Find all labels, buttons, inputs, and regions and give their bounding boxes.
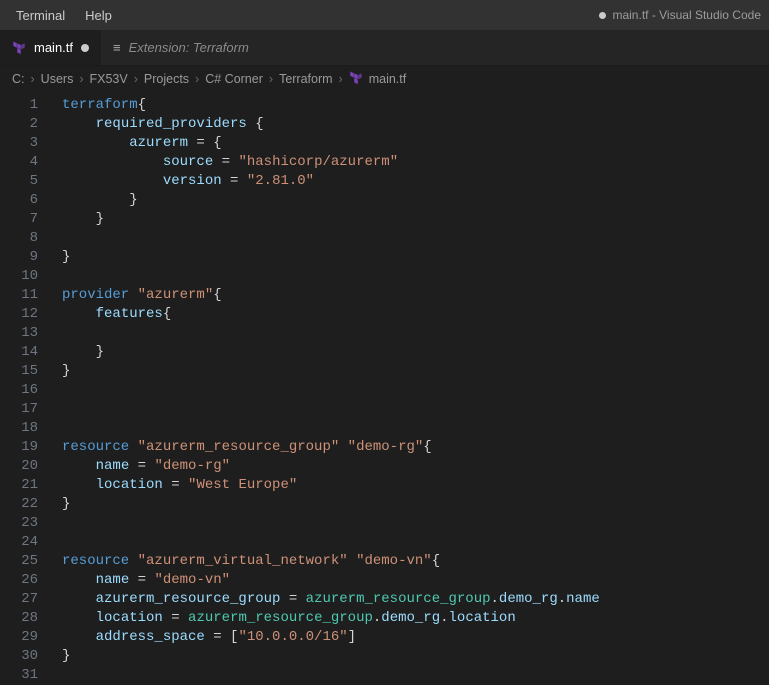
line-number: 13 bbox=[0, 324, 38, 343]
code-line[interactable]: } bbox=[62, 362, 769, 381]
line-number: 18 bbox=[0, 419, 38, 438]
chevron-right-icon: › bbox=[134, 72, 138, 86]
tab-label: main.tf bbox=[34, 40, 73, 55]
chevron-right-icon: › bbox=[31, 72, 35, 86]
line-number: 26 bbox=[0, 571, 38, 590]
line-number: 17 bbox=[0, 400, 38, 419]
line-number: 8 bbox=[0, 229, 38, 248]
line-number-gutter: 1234567891011121314151617181920212223242… bbox=[0, 92, 56, 673]
code-line[interactable]: } bbox=[62, 191, 769, 210]
code-line[interactable] bbox=[62, 324, 769, 343]
code-line[interactable]: name = "demo-vn" bbox=[62, 571, 769, 590]
line-number: 5 bbox=[0, 172, 38, 191]
line-number: 19 bbox=[0, 438, 38, 457]
window-title: main.tf - Visual Studio Code bbox=[599, 8, 761, 22]
line-number: 29 bbox=[0, 628, 38, 647]
line-number: 11 bbox=[0, 286, 38, 305]
line-number: 7 bbox=[0, 210, 38, 229]
tab-label: Extension: Terraform bbox=[129, 40, 249, 55]
code-line[interactable] bbox=[62, 400, 769, 419]
breadcrumb-segment[interactable]: C# Corner bbox=[205, 72, 263, 86]
code-line[interactable]: } bbox=[62, 248, 769, 267]
breadcrumb-segment[interactable]: Terraform bbox=[279, 72, 332, 86]
menu-terminal[interactable]: Terminal bbox=[8, 4, 73, 27]
line-number: 3 bbox=[0, 134, 38, 153]
code-line[interactable]: name = "demo-rg" bbox=[62, 457, 769, 476]
code-line[interactable]: azurerm_resource_group = azurerm_resourc… bbox=[62, 590, 769, 609]
line-number: 20 bbox=[0, 457, 38, 476]
breadcrumb-file[interactable]: main.tf bbox=[369, 72, 407, 86]
unsaved-dot-icon bbox=[599, 12, 606, 19]
chevron-right-icon: › bbox=[269, 72, 273, 86]
line-number: 1 bbox=[0, 96, 38, 115]
menu-items: Terminal Help bbox=[8, 4, 120, 27]
code-editor[interactable]: 1234567891011121314151617181920212223242… bbox=[0, 92, 769, 673]
code-line[interactable]: } bbox=[62, 210, 769, 229]
code-line[interactable]: terraform{ bbox=[62, 96, 769, 115]
code-line[interactable]: location = "West Europe" bbox=[62, 476, 769, 495]
code-area[interactable]: terraform{ required_providers { azurerm … bbox=[56, 92, 769, 673]
menu-help[interactable]: Help bbox=[77, 4, 120, 27]
code-line[interactable] bbox=[62, 666, 769, 685]
line-number: 16 bbox=[0, 381, 38, 400]
line-number: 23 bbox=[0, 514, 38, 533]
code-line[interactable]: azurerm = { bbox=[62, 134, 769, 153]
tab-extension-terraform[interactable]: ≡ Extension: Terraform bbox=[101, 30, 261, 65]
tab-main-tf[interactable]: main.tf bbox=[0, 30, 101, 65]
line-number: 24 bbox=[0, 533, 38, 552]
line-number: 12 bbox=[0, 305, 38, 324]
chevron-right-icon: › bbox=[339, 72, 343, 86]
line-number: 28 bbox=[0, 609, 38, 628]
line-number: 21 bbox=[0, 476, 38, 495]
breadcrumb-segment[interactable]: FX53V bbox=[90, 72, 128, 86]
line-number: 4 bbox=[0, 153, 38, 172]
line-number: 25 bbox=[0, 552, 38, 571]
code-line[interactable]: } bbox=[62, 647, 769, 666]
line-number: 10 bbox=[0, 267, 38, 286]
line-number: 6 bbox=[0, 191, 38, 210]
line-number: 31 bbox=[0, 666, 38, 685]
breadcrumbs: C: › Users › FX53V › Projects › C# Corner › Terraf… bbox=[0, 66, 769, 92]
extension-icon: ≡ bbox=[113, 40, 121, 55]
code-line[interactable]: features{ bbox=[62, 305, 769, 324]
code-line[interactable] bbox=[62, 514, 769, 533]
code-line[interactable]: version = "2.81.0" bbox=[62, 172, 769, 191]
code-line[interactable] bbox=[62, 267, 769, 286]
code-line[interactable] bbox=[62, 381, 769, 400]
breadcrumb-segment[interactable]: Projects bbox=[144, 72, 189, 86]
window-title-text: main.tf - Visual Studio Code bbox=[612, 8, 761, 22]
code-line[interactable]: resource "azurerm_virtual_network" "demo… bbox=[62, 552, 769, 571]
terraform-icon bbox=[12, 41, 26, 55]
code-line[interactable] bbox=[62, 229, 769, 248]
menu-bar: Terminal Help main.tf - Visual Studio Co… bbox=[0, 0, 769, 30]
code-line[interactable]: } bbox=[62, 343, 769, 362]
code-line[interactable] bbox=[62, 533, 769, 552]
line-number: 9 bbox=[0, 248, 38, 267]
code-line[interactable]: provider "azurerm"{ bbox=[62, 286, 769, 305]
tab-bar: main.tf ≡ Extension: Terraform bbox=[0, 30, 769, 66]
line-number: 14 bbox=[0, 343, 38, 362]
code-line[interactable]: location = azurerm_resource_group.demo_r… bbox=[62, 609, 769, 628]
code-line[interactable]: address_space = ["10.0.0.0/16"] bbox=[62, 628, 769, 647]
line-number: 2 bbox=[0, 115, 38, 134]
line-number: 27 bbox=[0, 590, 38, 609]
breadcrumb-segment[interactable]: C: bbox=[12, 72, 25, 86]
code-line[interactable]: required_providers { bbox=[62, 115, 769, 134]
code-line[interactable]: source = "hashicorp/azurerm" bbox=[62, 153, 769, 172]
unsaved-dot-icon bbox=[81, 44, 89, 52]
code-line[interactable] bbox=[62, 419, 769, 438]
code-line[interactable]: } bbox=[62, 495, 769, 514]
terraform-icon bbox=[349, 71, 363, 85]
chevron-right-icon: › bbox=[79, 72, 83, 86]
breadcrumb-segment[interactable]: Users bbox=[41, 72, 74, 86]
line-number: 30 bbox=[0, 647, 38, 666]
line-number: 15 bbox=[0, 362, 38, 381]
code-line[interactable]: resource "azurerm_resource_group" "demo-… bbox=[62, 438, 769, 457]
chevron-right-icon: › bbox=[195, 72, 199, 86]
line-number: 22 bbox=[0, 495, 38, 514]
